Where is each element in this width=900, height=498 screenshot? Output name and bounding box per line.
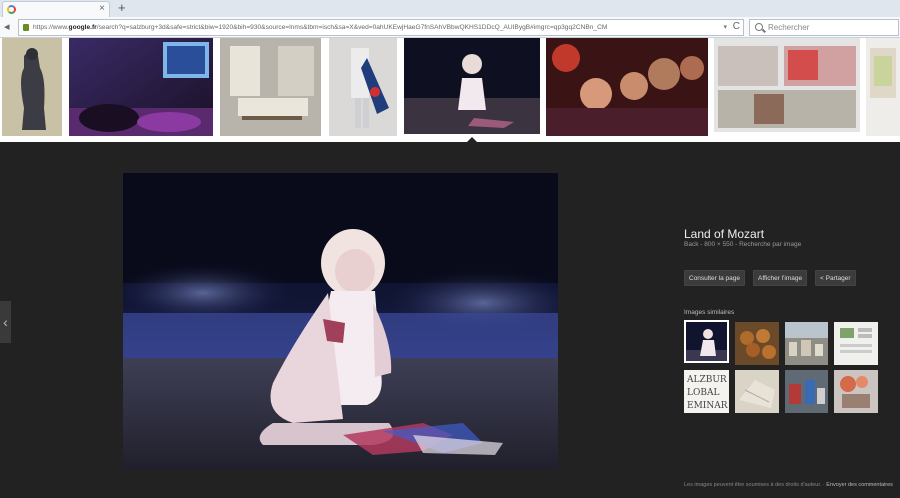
similar-image-city[interactable] (785, 322, 830, 365)
similar-images-label: Images similaires (684, 309, 735, 316)
thumbnail-dancer-selected[interactable] (404, 38, 540, 134)
similar-image-flowers[interactable] (834, 370, 879, 413)
image-viewer: ‹ Land of Mozart Back - 800 × 550 - Rech… (0, 143, 900, 498)
similar-image-map[interactable] (735, 370, 780, 413)
url-dropdown-icon[interactable]: ▾ (723, 23, 727, 31)
view-image-button[interactable]: Afficher l'image (753, 270, 808, 286)
thumbnail-conference[interactable] (69, 38, 213, 136)
navigation-bar: ◂ https://www.google.fr/search?q=salzbur… (0, 17, 900, 38)
similar-image-document[interactable] (834, 322, 879, 365)
svg-text:EMINAR: EMINAR (687, 401, 728, 411)
search-placeholder: Rechercher (768, 23, 810, 32)
lock-icon (23, 24, 29, 31)
browser-search-box[interactable]: Rechercher (749, 19, 899, 36)
result-title[interactable]: Land of Mozart (684, 227, 764, 241)
thumbnail-sculpture[interactable] (2, 38, 62, 136)
new-tab-button[interactable]: + (118, 0, 126, 16)
thumbnail-3d-model[interactable] (714, 38, 860, 132)
svg-text:ALZBUR: ALZBUR (686, 375, 727, 385)
tab-bar: × + (0, 0, 900, 17)
url-text[interactable]: https://www.google.fr/search?q=salzburg+… (33, 22, 723, 33)
thumbnail-crowd[interactable] (546, 38, 708, 136)
thumbnail-redbull[interactable] (329, 38, 397, 136)
svg-text:LOBAL: LOBAL (687, 388, 719, 398)
thumbnail-interior[interactable] (220, 38, 321, 136)
share-button[interactable]: < Partager (815, 270, 856, 286)
copyright-footer: Les images peuvent être soumises à des d… (684, 482, 893, 488)
thumbnail-map[interactable] (866, 38, 900, 136)
previous-arrow-button[interactable]: ‹ (0, 301, 11, 343)
result-subtitle: Back - 800 × 550 - Recherche par image (684, 241, 802, 248)
search-icon (755, 23, 763, 31)
address-bar[interactable]: https://www.google.fr/search?q=salzburg+… (18, 19, 744, 36)
similar-image-3d-buildings[interactable] (785, 370, 830, 413)
browser-tab[interactable]: × (2, 1, 110, 17)
visit-page-button[interactable]: Consulter la page (684, 270, 745, 286)
main-image-dancer[interactable] (123, 173, 558, 470)
send-feedback-link[interactable]: Envoyer des commentaires (826, 482, 893, 488)
reload-icon[interactable]: C (733, 21, 740, 32)
similar-image-salzburg-seminar[interactable]: ALZBUR LOBAL EMINAR (684, 370, 729, 413)
google-favicon-icon (7, 5, 16, 14)
similar-image-chestnuts[interactable] (735, 322, 780, 365)
similar-image-dancer[interactable] (684, 320, 729, 363)
thumbnail-strip (0, 38, 900, 142)
result-info-panel: Land of Mozart Back - 800 × 550 - Recher… (673, 143, 900, 498)
close-tab-icon[interactable]: × (99, 3, 105, 15)
back-arrow-icon[interactable]: ◂ (4, 19, 10, 35)
